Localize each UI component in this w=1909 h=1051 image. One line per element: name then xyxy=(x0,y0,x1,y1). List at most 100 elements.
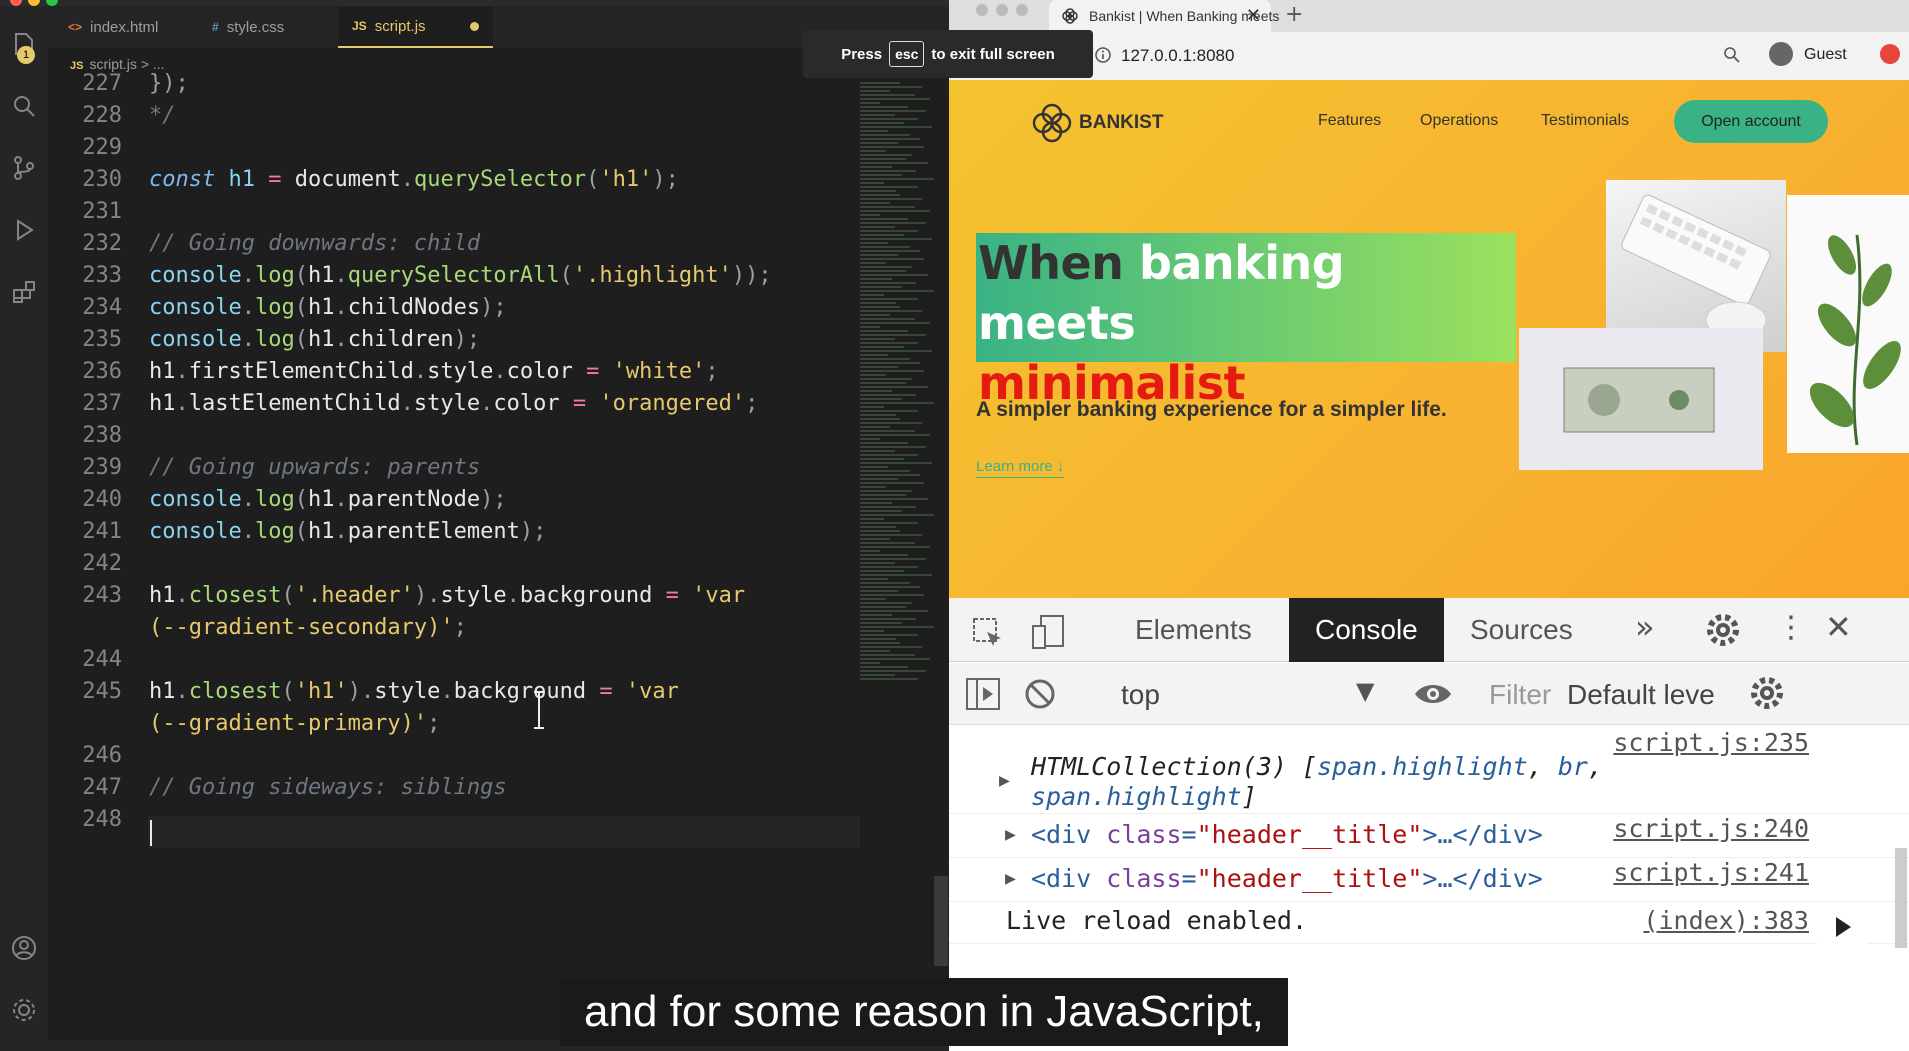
close-tab-icon[interactable]: ✕ xyxy=(1246,5,1261,26)
expand-triangle-icon[interactable]: ▶ xyxy=(1005,868,1016,889)
nav-link-features[interactable]: Features xyxy=(1318,112,1381,130)
chevron-down-icon[interactable]: ▼ xyxy=(1356,677,1374,705)
console-message: script.js:235 ▶ HTMLCollection(3) [span.… xyxy=(949,726,1909,814)
device-toolbar-icon[interactable] xyxy=(1031,614,1067,650)
minimap-line xyxy=(860,358,910,360)
console-settings-gear-icon[interactable] xyxy=(1749,675,1785,711)
tab-label: script.js xyxy=(374,17,426,35)
tab-sources[interactable]: Sources xyxy=(1444,598,1599,662)
html-file-icon: <> xyxy=(68,20,83,34)
minimap-line xyxy=(860,606,906,608)
nav-link-operations[interactable]: Operations xyxy=(1420,112,1498,130)
tab-style-css[interactable]: # style.css xyxy=(198,6,298,48)
more-tabs-chevron-icon[interactable]: » xyxy=(1635,608,1655,646)
expand-triangle-icon[interactable]: ▶ xyxy=(999,770,1010,791)
code-area[interactable]: 227}); 228 */ 229 230 const h1 = document.… xyxy=(48,70,868,970)
minimap-line xyxy=(860,334,926,336)
account-icon[interactable] xyxy=(10,934,38,962)
run-debug-icon[interactable] xyxy=(10,216,38,244)
minimap-line xyxy=(860,666,908,668)
tab-index-html[interactable]: <> index.html xyxy=(54,6,172,48)
open-account-button[interactable]: Open account xyxy=(1674,100,1828,143)
minimap-line xyxy=(860,290,934,292)
minimap-line xyxy=(860,178,934,180)
minimap-line xyxy=(860,186,918,188)
bankist-logo[interactable]: BANKIST xyxy=(1031,102,1163,144)
expand-triangle-icon[interactable]: ▶ xyxy=(1005,824,1016,845)
minimap-line xyxy=(860,446,926,448)
message-text: <div class="header__title">…</div> xyxy=(1031,864,1543,893)
minimap-line xyxy=(860,350,932,352)
editor-scrollbar[interactable] xyxy=(934,876,948,966)
browser-tab[interactable]: Bankist | When Banking meets ✕ xyxy=(1049,0,1279,32)
minimap-line xyxy=(860,174,902,176)
tab-console[interactable]: Console xyxy=(1289,598,1444,662)
source-link[interactable]: script.js:241 xyxy=(1613,858,1809,887)
filter-input[interactable]: Filter xyxy=(1489,679,1551,711)
log-levels-select[interactable]: Default leve xyxy=(1567,679,1715,711)
sidebar-toggle-icon[interactable] xyxy=(965,677,1001,711)
fullscreen-toast: Press esc to exit full screen xyxy=(803,30,1093,78)
tab-elements[interactable]: Elements xyxy=(1109,598,1278,662)
source-link[interactable]: (index):383 xyxy=(1643,906,1809,935)
extensions-icon[interactable] xyxy=(10,278,38,306)
esc-key: esc xyxy=(889,41,925,67)
minimap-line xyxy=(860,118,918,120)
clear-console-icon[interactable] xyxy=(1023,677,1057,711)
minimap-line xyxy=(860,142,898,144)
source-link[interactable]: script.js:240 xyxy=(1613,814,1809,843)
context-select[interactable]: top xyxy=(1121,679,1160,711)
minimap-line xyxy=(860,230,918,232)
minimap-line xyxy=(860,518,884,520)
minimap-line xyxy=(860,562,895,564)
nav-link-testimonials[interactable]: Testimonials xyxy=(1541,112,1629,130)
live-expression-eye-icon[interactable] xyxy=(1413,677,1453,711)
learn-more-link[interactable]: Learn more ↓ xyxy=(976,458,1065,478)
console-scrollbar[interactable] xyxy=(1895,848,1907,948)
minimap-line xyxy=(860,474,920,476)
info-icon[interactable] xyxy=(1094,46,1112,64)
update-alert-icon[interactable] xyxy=(1880,44,1900,64)
minimap-line xyxy=(860,342,918,344)
unsaved-dot-icon[interactable] xyxy=(469,21,479,31)
kebab-menu-icon[interactable]: ⋮ xyxy=(1776,610,1806,645)
zoom-search-icon[interactable] xyxy=(1723,46,1741,64)
inspect-element-icon[interactable] xyxy=(971,616,1005,650)
close-window-button[interactable] xyxy=(976,4,988,16)
minimap-line xyxy=(860,482,924,484)
minimap-line xyxy=(860,338,895,340)
minimap-line xyxy=(860,86,922,88)
minimap-line xyxy=(860,530,900,532)
mouse-ibeam-cursor-icon xyxy=(534,691,544,729)
minimap-line xyxy=(860,130,888,132)
video-play-button[interactable] xyxy=(1816,904,1868,950)
tab-script-js[interactable]: JS script.js xyxy=(338,6,493,48)
settings-gear-icon[interactable] xyxy=(10,996,38,1024)
url-field[interactable]: 127.0.0.1:8080 xyxy=(1121,46,1234,66)
source-link[interactable]: script.js:235 xyxy=(1613,728,1809,757)
console-message: script.js:241 ▶ <div class="header__titl… xyxy=(949,858,1909,902)
source-control-icon[interactable] xyxy=(10,154,38,182)
minimap-line xyxy=(860,166,892,168)
minimap[interactable] xyxy=(860,80,949,760)
search-icon[interactable] xyxy=(10,92,38,120)
settings-gear-icon[interactable] xyxy=(1705,612,1741,648)
minimap-line xyxy=(860,510,902,512)
close-devtools-icon[interactable]: ✕ xyxy=(1825,608,1852,646)
minimap-line xyxy=(860,298,918,300)
minimap-line xyxy=(860,314,890,316)
minimap-line xyxy=(860,134,910,136)
minimap-line xyxy=(860,266,912,268)
minimap-line xyxy=(860,454,918,456)
minimap-line xyxy=(860,494,906,496)
minimap-line xyxy=(860,182,884,184)
minimap-line xyxy=(860,610,928,612)
guest-avatar-icon[interactable] xyxy=(1769,42,1793,66)
minimize-window-button[interactable] xyxy=(996,4,1008,16)
new-tab-icon[interactable]: + xyxy=(1285,2,1303,27)
minimap-line xyxy=(860,590,898,592)
profile-name[interactable]: Guest xyxy=(1804,46,1847,64)
minimap-line xyxy=(860,426,890,428)
plant-image xyxy=(1787,195,1909,453)
maximize-window-button[interactable] xyxy=(1016,4,1028,16)
